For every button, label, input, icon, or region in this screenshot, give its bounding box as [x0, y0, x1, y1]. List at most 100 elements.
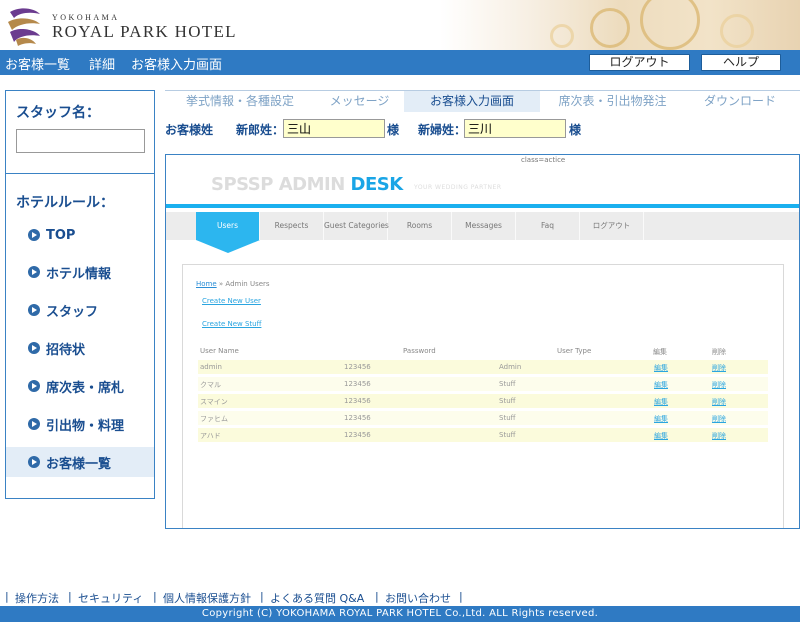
bride-suffix: 様	[569, 123, 582, 137]
delete-link[interactable]: 削除	[712, 380, 726, 390]
main-tabs: 挙式情報・各種設定 メッセージ お客様入力画面 席次表・引出物発注 ダウンロード	[165, 90, 800, 112]
edit-link[interactable]: 編集	[654, 414, 668, 424]
admin-desk-logo: SPSSP ADMIN DESK	[211, 174, 403, 195]
sidebar-item-label: 引出物・料理	[46, 418, 125, 434]
sidebar-item-hotel-info[interactable]: ホテル情報	[6, 257, 154, 287]
delete-link[interactable]: 削除	[712, 397, 726, 407]
admin-menu-respects[interactable]: Respects	[260, 212, 324, 240]
footer-link-contact[interactable]: お問い合わせ	[385, 590, 451, 606]
arrow-bullet-icon	[28, 342, 40, 354]
admin-users-panel: Home » Admin Users Create New User Creat…	[182, 264, 784, 528]
cell-password: 123456	[344, 363, 371, 371]
groom-surname-input[interactable]	[283, 119, 385, 138]
delete-link[interactable]: 削除	[712, 414, 726, 424]
header: YOKOHAMA ROYAL PARK HOTEL	[0, 0, 800, 50]
footer-separator: |	[459, 590, 463, 603]
admin-breadcrumb: Home » Admin Users	[196, 280, 270, 288]
delete-link[interactable]: 削除	[712, 431, 726, 441]
cell-password: 123456	[344, 380, 371, 388]
hotel-logo-icon	[8, 8, 40, 46]
admin-menu-messages[interactable]: Messages	[452, 212, 516, 240]
sidebar-item-label: スタッフ	[46, 304, 99, 320]
cell-password: 123456	[344, 414, 371, 422]
cell-username: ファヒム	[200, 415, 228, 423]
staff-name-title: スタッフ名：	[16, 105, 100, 121]
create-user-link[interactable]: Create New User	[202, 297, 261, 305]
cell-password: 123456	[344, 431, 371, 439]
arrow-bullet-icon	[28, 304, 40, 316]
bride-surname-input[interactable]	[464, 119, 566, 138]
admin-menu-guest-categories[interactable]: Guest Categories	[324, 212, 389, 240]
logo-text-gray: SPSSP ADMIN	[211, 174, 351, 195]
footer-link-usage[interactable]: 操作方法	[15, 590, 59, 606]
column-header-password: Password	[403, 347, 436, 355]
cell-user-type: Stuff	[499, 380, 516, 388]
tab-messages[interactable]: メッセージ	[315, 91, 404, 112]
bride-label: 新婦姓：	[418, 123, 467, 137]
admin-accent-bar	[166, 204, 799, 208]
sidebar-divider	[6, 173, 154, 174]
column-header-delete: 削除	[712, 348, 726, 356]
footer-separator: |	[153, 590, 157, 603]
delete-link[interactable]: 削除	[712, 363, 726, 373]
top-nav-bar: お客様一覧 詳細 お客様入力画面 ログアウト ヘルプ	[0, 50, 800, 75]
guest-surname-label: お客様姓	[165, 123, 214, 137]
cell-username: admin	[200, 363, 222, 371]
class-note: class=actice	[521, 156, 566, 164]
edit-link[interactable]: 編集	[654, 431, 668, 441]
tab-download[interactable]: ダウンロード	[685, 91, 795, 112]
cell-username: スマイン	[200, 398, 228, 406]
admin-menu-users[interactable]: Users	[196, 212, 260, 240]
sidebar-item-seating[interactable]: 席次表・席札	[6, 371, 154, 401]
footer-link-privacy[interactable]: 個人情報保護方針	[163, 590, 251, 606]
groom-suffix: 様	[387, 123, 400, 137]
create-stuff-link[interactable]: Create New Stuff	[202, 320, 261, 328]
table-row: アハド 123456 Stuff 編集 削除	[198, 428, 768, 442]
arrow-bullet-icon	[28, 266, 40, 278]
arrow-bullet-icon	[28, 456, 40, 468]
table-row: クマル 123456 Stuff 編集 削除	[198, 377, 768, 391]
admin-desk-frame: class=actice SPSSP ADMIN DESK YOUR WEDDI…	[165, 154, 800, 529]
tab-customer-input[interactable]: お客様入力画面	[404, 91, 540, 112]
sidebar-item-staff[interactable]: スタッフ	[6, 295, 154, 325]
sidebar-item-gifts-food[interactable]: 引出物・料理	[6, 409, 154, 439]
edit-link[interactable]: 編集	[654, 397, 668, 407]
table-row: ファヒム 123456 Stuff 編集 削除	[198, 411, 768, 425]
footer-link-security[interactable]: セキュリティ	[78, 590, 143, 606]
header-decoration	[440, 0, 800, 50]
admin-menu-logout[interactable]: ログアウト	[580, 212, 644, 240]
sidebar-item-customer-list[interactable]: お客様一覧	[6, 447, 154, 477]
cell-username: アハド	[200, 432, 221, 440]
tab-ceremony-settings[interactable]: 挙式情報・各種設定	[165, 91, 315, 112]
sidebar-item-label: お客様一覧	[46, 456, 112, 472]
groom-label: 新郎姓：	[236, 123, 285, 137]
sidebar-item-top[interactable]: TOP	[6, 220, 154, 250]
cell-username: クマル	[200, 381, 221, 389]
footer-separator: |	[260, 590, 264, 603]
breadcrumb-current: » Admin Users	[216, 280, 270, 288]
staff-name-input[interactable]	[16, 129, 145, 153]
cell-user-type: Stuff	[499, 397, 516, 405]
column-header-user-type: User Type	[557, 347, 592, 355]
breadcrumb-home-link[interactable]: Home	[196, 280, 217, 288]
edit-link[interactable]: 編集	[654, 363, 668, 373]
footer-link-faq[interactable]: よくある質問 Q&A	[270, 590, 364, 606]
nav-link-customer-list[interactable]: お客様一覧	[5, 54, 70, 73]
table-row: スマイン 123456 Stuff 編集 削除	[198, 394, 768, 408]
tab-seating-order[interactable]: 席次表・引出物発注	[540, 91, 685, 112]
logout-button[interactable]: ログアウト	[589, 54, 690, 71]
admin-menu-rooms[interactable]: Rooms	[388, 212, 452, 240]
hotel-rules-title: ホテルルール：	[16, 195, 114, 211]
edit-link[interactable]: 編集	[654, 380, 668, 390]
cell-user-type: Stuff	[499, 414, 516, 422]
cell-password: 123456	[344, 397, 371, 405]
nav-link-detail[interactable]: 詳細	[89, 54, 115, 73]
sidebar-item-label: ホテル情報	[46, 266, 112, 282]
help-button[interactable]: ヘルプ	[701, 54, 781, 71]
nav-link-customer-input[interactable]: お客様入力画面	[131, 54, 222, 73]
admin-desk-tagline: YOUR WEDDING PARTNER	[414, 184, 502, 191]
cell-user-type: Admin	[499, 363, 522, 371]
brand-title: ROYAL PARK HOTEL	[52, 22, 237, 41]
admin-menu-faq[interactable]: Faq	[516, 212, 580, 240]
sidebar-item-invitation[interactable]: 招待状	[6, 333, 154, 363]
